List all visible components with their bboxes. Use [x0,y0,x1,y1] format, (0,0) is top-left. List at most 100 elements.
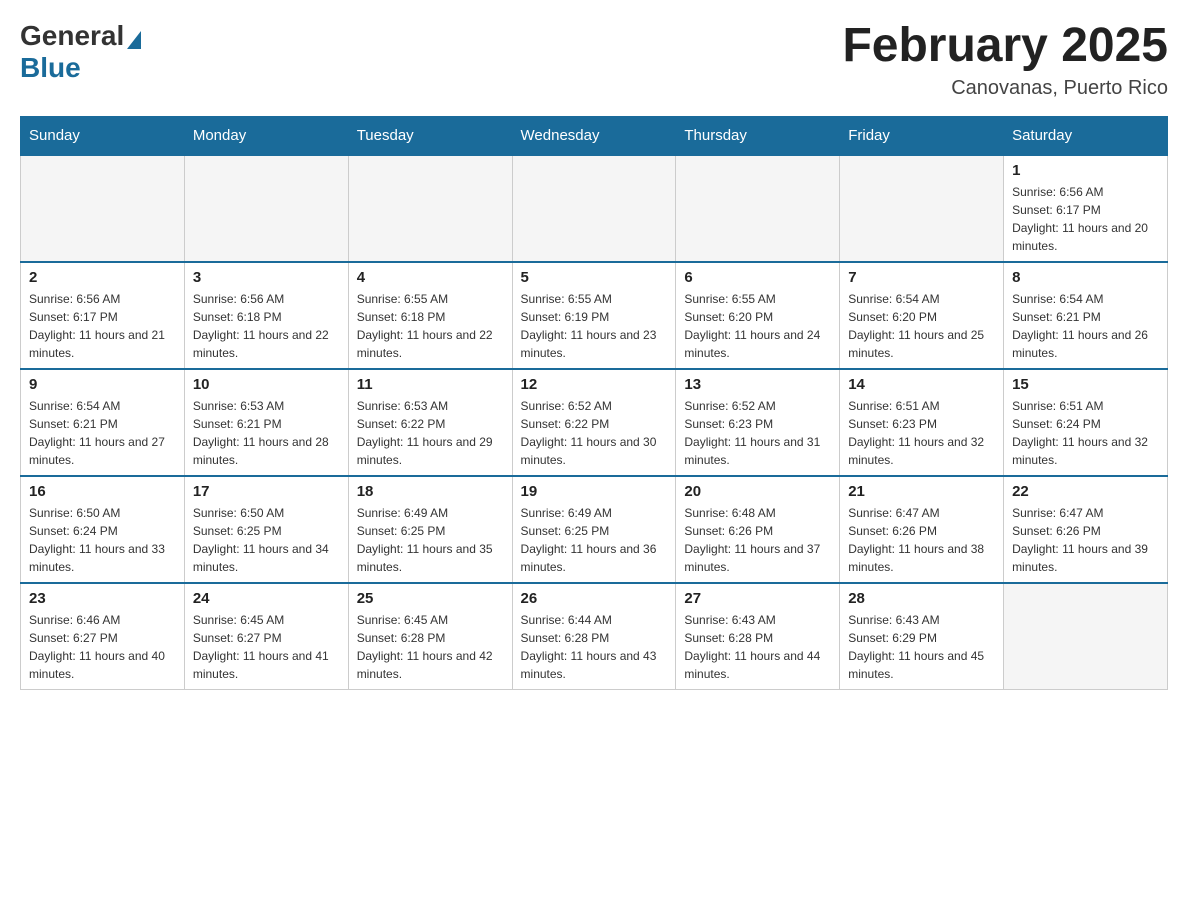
day-number: 6 [684,269,831,286]
day-info: Sunrise: 6:52 AMSunset: 6:22 PMDaylight:… [521,397,668,469]
calendar-cell: 23 Sunrise: 6:46 AMSunset: 6:27 PMDayligh… [21,583,185,690]
header-monday: Monday [184,116,348,155]
day-number: 12 [521,376,668,393]
calendar-cell: 6 Sunrise: 6:55 AMSunset: 6:20 PMDaylight… [676,262,840,369]
calendar-week-5: 23 Sunrise: 6:46 AMSunset: 6:27 PMDayligh… [21,583,1168,690]
calendar-cell: 27Sunrise: 6:43 AMSunset: 6:28 PMDayligh… [676,583,840,690]
calendar-cell: 22Sunrise: 6:47 AMSunset: 6:26 PMDayligh… [1004,476,1168,583]
logo-blue-text: Blue [20,52,81,83]
calendar-week-2: 2 Sunrise: 6:56 AMSunset: 6:17 PMDaylight… [21,262,1168,369]
calendar-cell: 5 Sunrise: 6:55 AMSunset: 6:19 PMDaylight… [512,262,676,369]
header-thursday: Thursday [676,116,840,155]
day-number: 15 [1012,376,1159,393]
calendar-cell: 10 Sunrise: 6:53 AMSunset: 6:21 PMDayligh… [184,369,348,476]
location-subtitle: Canovanas, Puerto Rico [842,77,1168,100]
header-sunday: Sunday [21,116,185,155]
day-info: Sunrise: 6:47 AMSunset: 6:26 PMDaylight:… [1012,504,1159,576]
day-info: Sunrise: 6:54 AMSunset: 6:20 PMDaylight:… [848,290,995,362]
day-info: Sunrise: 6:49 AMSunset: 6:25 PMDaylight:… [357,504,504,576]
header-friday: Friday [840,116,1004,155]
day-number: 19 [521,483,668,500]
day-number: 4 [357,269,504,286]
day-number: 10 [193,376,340,393]
day-number: 9 [29,376,176,393]
day-info: Sunrise: 6:51 AMSunset: 6:23 PMDaylight:… [848,397,995,469]
title-area: February 2025 Canovanas, Puerto Rico [842,20,1168,100]
day-info: Sunrise: 6:54 AMSunset: 6:21 PMDaylight:… [29,397,176,469]
day-number: 13 [684,376,831,393]
calendar-body: 1 Sunrise: 6:56 AMSunset: 6:17 PMDaylight… [21,155,1168,690]
day-info: Sunrise: 6:56 AMSunset: 6:17 PMDaylight:… [29,290,176,362]
calendar-cell: 12 Sunrise: 6:52 AMSunset: 6:22 PMDayligh… [512,369,676,476]
calendar-cell: 18 Sunrise: 6:49 AMSunset: 6:25 PMDayligh… [348,476,512,583]
day-number: 5 [521,269,668,286]
calendar-cell [676,155,840,262]
calendar-cell: 21 Sunrise: 6:47 AMSunset: 6:26 PMDayligh… [840,476,1004,583]
day-info: Sunrise: 6:55 AMSunset: 6:18 PMDaylight:… [357,290,504,362]
logo-triangle-icon [127,31,141,49]
calendar-cell [512,155,676,262]
day-info: Sunrise: 6:52 AMSunset: 6:23 PMDaylight:… [684,397,831,469]
day-number: 1 [1012,162,1159,179]
calendar-cell: 19 Sunrise: 6:49 AMSunset: 6:25 PMDayligh… [512,476,676,583]
day-number: 26 [521,590,668,607]
day-info: Sunrise: 6:50 AMSunset: 6:24 PMDaylight:… [29,504,176,576]
calendar-cell: 4 Sunrise: 6:55 AMSunset: 6:18 PMDaylight… [348,262,512,369]
calendar-week-3: 9 Sunrise: 6:54 AMSunset: 6:21 PMDaylight… [21,369,1168,476]
day-number: 23 [29,590,176,607]
calendar-week-1: 1 Sunrise: 6:56 AMSunset: 6:17 PMDaylight… [21,155,1168,262]
calendar-cell: 11 Sunrise: 6:53 AMSunset: 6:22 PMDayligh… [348,369,512,476]
day-number: 11 [357,376,504,393]
calendar-table: Sunday Monday Tuesday Wednesday Thursday… [20,116,1168,690]
day-number: 3 [193,269,340,286]
day-info: Sunrise: 6:50 AMSunset: 6:25 PMDaylight:… [193,504,340,576]
calendar-cell: 3 Sunrise: 6:56 AMSunset: 6:18 PMDaylight… [184,262,348,369]
calendar-cell: 15 Sunrise: 6:51 AMSunset: 6:24 PMDayligh… [1004,369,1168,476]
day-info: Sunrise: 6:56 AMSunset: 6:17 PMDaylight:… [1012,183,1159,255]
calendar-cell [840,155,1004,262]
logo-general-text: General [20,20,124,52]
day-info: Sunrise: 6:53 AMSunset: 6:22 PMDaylight:… [357,397,504,469]
calendar-cell: 14 Sunrise: 6:51 AMSunset: 6:23 PMDayligh… [840,369,1004,476]
day-info: Sunrise: 6:55 AMSunset: 6:19 PMDaylight:… [521,290,668,362]
calendar-cell [1004,583,1168,690]
day-info: Sunrise: 6:56 AMSunset: 6:18 PMDaylight:… [193,290,340,362]
header-saturday: Saturday [1004,116,1168,155]
calendar-cell: 1 Sunrise: 6:56 AMSunset: 6:17 PMDaylight… [1004,155,1168,262]
day-number: 28 [848,590,995,607]
day-info: Sunrise: 6:55 AMSunset: 6:20 PMDaylight:… [684,290,831,362]
day-number: 8 [1012,269,1159,286]
day-info: Sunrise: 6:45 AMSunset: 6:28 PMDaylight:… [357,611,504,683]
day-number: 17 [193,483,340,500]
day-info: Sunrise: 6:48 AMSunset: 6:26 PMDaylight:… [684,504,831,576]
header-tuesday: Tuesday [348,116,512,155]
day-info: Sunrise: 6:54 AMSunset: 6:21 PMDaylight:… [1012,290,1159,362]
day-info: Sunrise: 6:46 AMSunset: 6:27 PMDaylight:… [29,611,176,683]
day-info: Sunrise: 6:49 AMSunset: 6:25 PMDaylight:… [521,504,668,576]
calendar-cell: 17 Sunrise: 6:50 AMSunset: 6:25 PMDayligh… [184,476,348,583]
calendar-cell: 8 Sunrise: 6:54 AMSunset: 6:21 PMDaylight… [1004,262,1168,369]
day-number: 2 [29,269,176,286]
day-number: 16 [29,483,176,500]
calendar-week-4: 16 Sunrise: 6:50 AMSunset: 6:24 PMDayligh… [21,476,1168,583]
header: General Blue February 2025 Canovanas, Pu… [20,20,1168,100]
logo: General Blue [20,20,144,84]
day-number: 24 [193,590,340,607]
calendar-cell: 25 Sunrise: 6:45 AMSunset: 6:28 PMDayligh… [348,583,512,690]
day-info: Sunrise: 6:53 AMSunset: 6:21 PMDaylight:… [193,397,340,469]
day-number: 20 [684,483,831,500]
calendar-cell: 2 Sunrise: 6:56 AMSunset: 6:17 PMDaylight… [21,262,185,369]
calendar-cell: 26 Sunrise: 6:44 AMSunset: 6:28 PMDayligh… [512,583,676,690]
calendar-cell: 16 Sunrise: 6:50 AMSunset: 6:24 PMDayligh… [21,476,185,583]
day-number: 7 [848,269,995,286]
calendar-cell: 9 Sunrise: 6:54 AMSunset: 6:21 PMDaylight… [21,369,185,476]
day-number: 14 [848,376,995,393]
day-number: 18 [357,483,504,500]
header-row: Sunday Monday Tuesday Wednesday Thursday… [21,116,1168,155]
header-wednesday: Wednesday [512,116,676,155]
day-info: Sunrise: 6:51 AMSunset: 6:24 PMDaylight:… [1012,397,1159,469]
day-number: 21 [848,483,995,500]
day-info: Sunrise: 6:44 AMSunset: 6:28 PMDaylight:… [521,611,668,683]
day-number: 25 [357,590,504,607]
day-info: Sunrise: 6:47 AMSunset: 6:26 PMDaylight:… [848,504,995,576]
